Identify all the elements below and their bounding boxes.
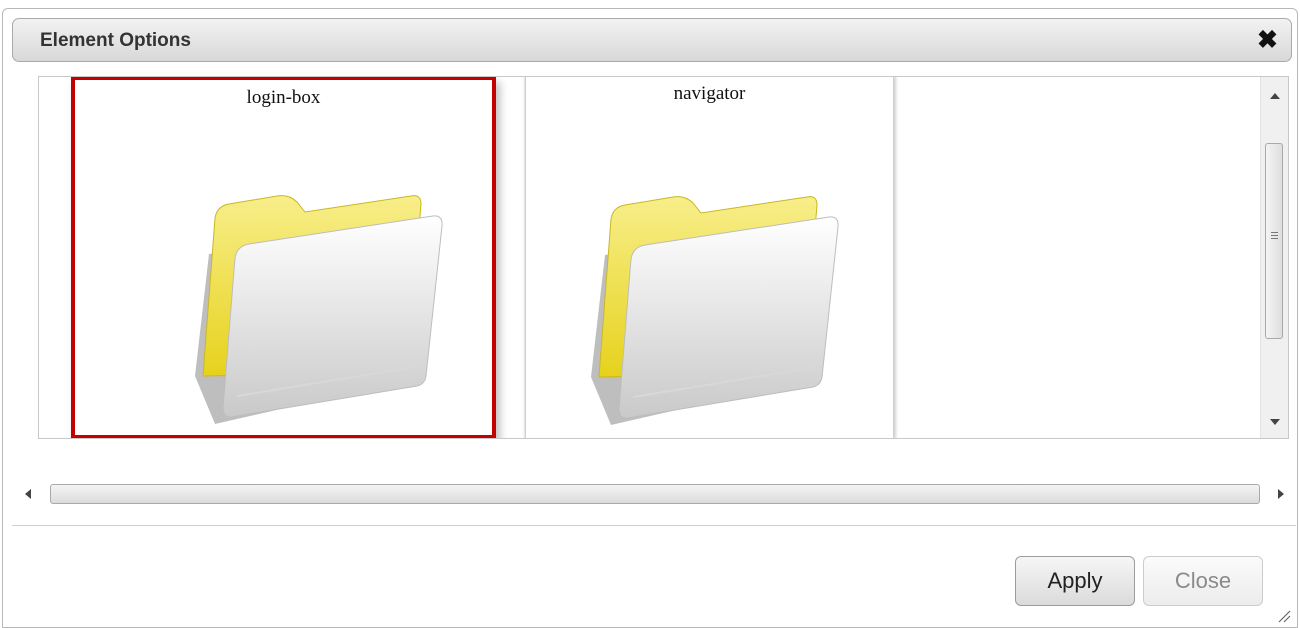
element-options-dialog: Element Options ✖ login-box navigator Ap… bbox=[2, 8, 1298, 628]
scroll-up-arrow-icon[interactable] bbox=[1270, 93, 1280, 99]
element-item-label: navigator bbox=[673, 83, 746, 104]
dialog-titlebar[interactable]: Element Options ✖ bbox=[12, 18, 1292, 62]
element-browser: login-box navigator bbox=[38, 76, 1289, 439]
folder-icon bbox=[195, 195, 443, 424]
element-item-navigator[interactable]: navigator bbox=[525, 77, 894, 438]
scroll-right-arrow-icon[interactable] bbox=[1278, 489, 1284, 499]
element-item-login-box[interactable]: login-box bbox=[71, 77, 496, 438]
horizontal-scroll-thumb[interactable] bbox=[50, 484, 1260, 504]
scroll-left-arrow-icon[interactable] bbox=[25, 489, 31, 499]
element-item-label: login-box bbox=[246, 87, 321, 108]
footer-divider bbox=[12, 525, 1296, 526]
apply-button[interactable]: Apply bbox=[1015, 556, 1135, 606]
dialog-title: Element Options bbox=[40, 30, 191, 51]
folder-icon bbox=[591, 196, 839, 425]
grip-icon bbox=[1271, 232, 1278, 233]
close-button[interactable]: Close bbox=[1143, 556, 1263, 606]
vertical-scroll-thumb[interactable] bbox=[1265, 143, 1283, 339]
scroll-down-arrow-icon[interactable] bbox=[1270, 419, 1280, 425]
close-icon[interactable]: ✖ bbox=[1257, 26, 1278, 54]
vertical-scrollbar[interactable] bbox=[1260, 77, 1288, 438]
resize-handle-icon[interactable] bbox=[1277, 609, 1291, 623]
horizontal-scrollbar[interactable] bbox=[12, 480, 1296, 510]
